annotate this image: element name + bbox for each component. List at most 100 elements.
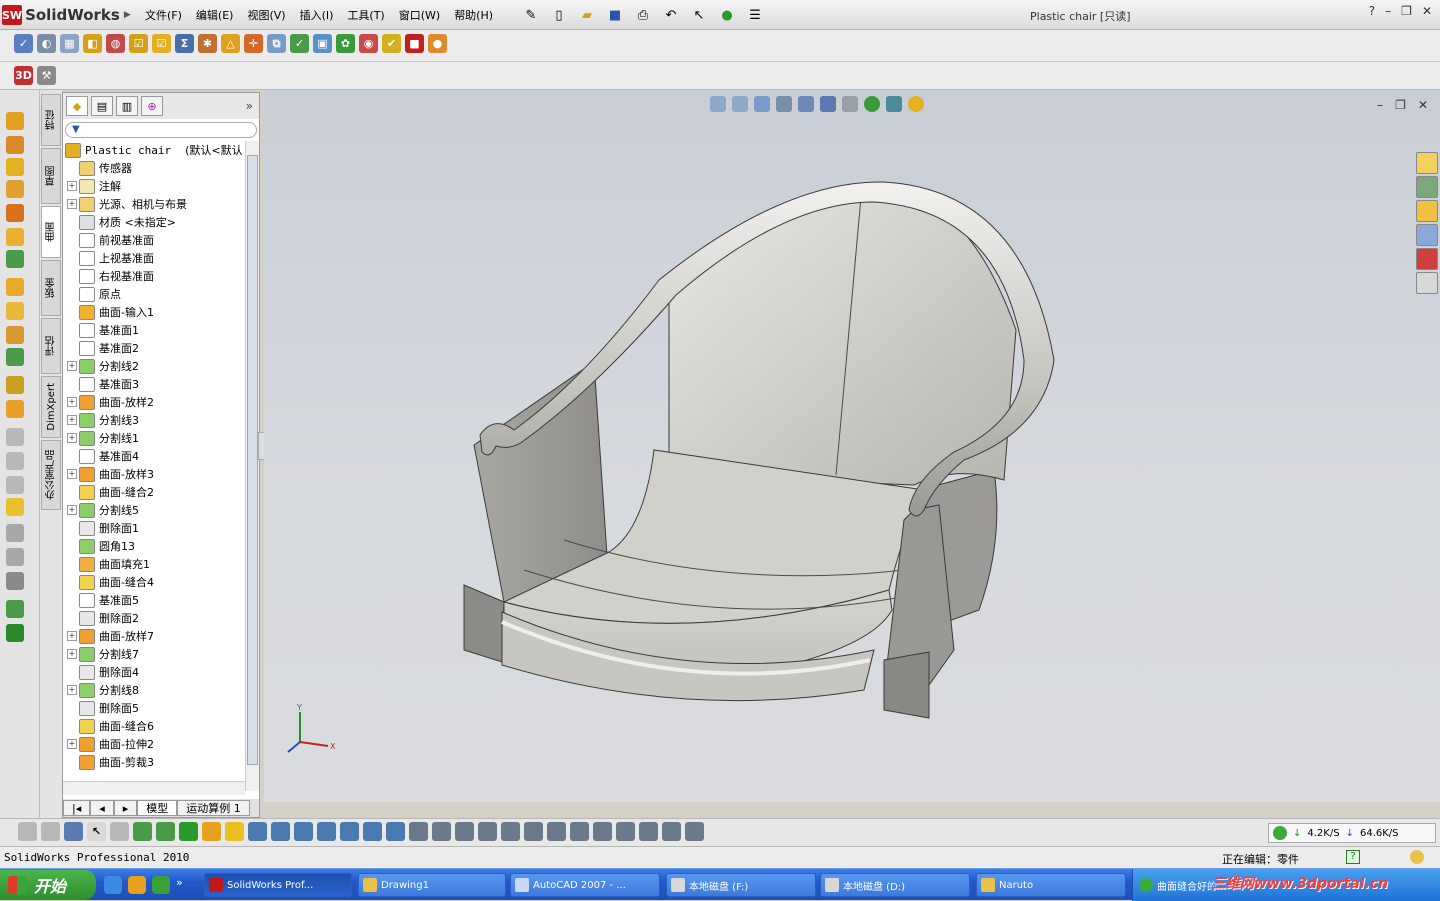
spline-tool-icon[interactable] bbox=[478, 822, 497, 841]
expand-plus-icon[interactable]: + bbox=[67, 505, 77, 515]
qq-icon[interactable] bbox=[128, 876, 146, 894]
taskbar-task[interactable]: Naruto bbox=[976, 873, 1126, 897]
check-icon[interactable]: ☑ bbox=[129, 34, 148, 53]
analysis-icon[interactable]: ✱ bbox=[198, 34, 217, 53]
composite-curve-icon[interactable] bbox=[294, 822, 313, 841]
tree-item[interactable]: + 曲面-放样2 bbox=[67, 393, 154, 411]
menu-view[interactable]: 视图(V) bbox=[240, 7, 292, 23]
fillet-icon[interactable] bbox=[6, 348, 24, 366]
menu-tools[interactable]: 工具(T) bbox=[340, 7, 391, 23]
projected-curve-icon[interactable] bbox=[271, 822, 290, 841]
expand-plus-icon[interactable]: + bbox=[67, 181, 77, 191]
menu-edit[interactable]: 编辑(E) bbox=[189, 7, 241, 23]
menu-window[interactable]: 窗口(W) bbox=[392, 7, 447, 23]
viewport-close-icon[interactable]: ✕ bbox=[1418, 98, 1428, 112]
tree-item[interactable]: 圆角13 bbox=[67, 537, 135, 555]
select-arrow-icon[interactable]: ↖ bbox=[688, 5, 710, 25]
dfm-icon[interactable]: ◉ bbox=[359, 34, 378, 53]
tree-item[interactable]: 原点 bbox=[67, 285, 121, 303]
expand-plus-icon[interactable]: + bbox=[67, 199, 77, 209]
tree-item[interactable]: 曲面-剪裁3 bbox=[67, 753, 154, 771]
viewport-minimize-icon[interactable]: – bbox=[1377, 98, 1383, 112]
expand-plus-icon[interactable]: + bbox=[67, 397, 77, 407]
dimension-icon[interactable] bbox=[616, 822, 635, 841]
status-tag-icon[interactable] bbox=[1410, 850, 1424, 864]
approve-icon[interactable]: ✔ bbox=[382, 34, 401, 53]
extruded-surface-icon[interactable] bbox=[6, 112, 24, 130]
point-tool-icon[interactable] bbox=[202, 822, 221, 841]
property-manager-tab-icon[interactable]: ▤ bbox=[91, 96, 113, 116]
planar-surface-icon[interactable] bbox=[6, 250, 24, 268]
design-library-icon[interactable] bbox=[1416, 176, 1438, 198]
tab-sheet-metal[interactable]: 钣金 bbox=[41, 260, 61, 316]
expand-plus-icon[interactable]: + bbox=[67, 649, 77, 659]
compare-icon[interactable]: ⧉ bbox=[267, 34, 286, 53]
tree-item[interactable]: 基准面1 bbox=[67, 321, 139, 339]
revolved-surface-icon[interactable] bbox=[6, 136, 24, 154]
feature-tree-horizontal-scrollbar[interactable] bbox=[63, 781, 245, 795]
tab-evaluate[interactable]: 评估 bbox=[41, 318, 61, 374]
sustainability-icon[interactable]: ✿ bbox=[336, 34, 355, 53]
feature-tree-filter[interactable]: ▼ bbox=[65, 122, 257, 138]
feature-tree-tab-icon[interactable]: ◆ bbox=[66, 96, 88, 116]
expand-plus-icon[interactable]: + bbox=[67, 739, 77, 749]
tree-item[interactable]: + 分割线1 bbox=[67, 429, 139, 447]
offset-tool-icon[interactable] bbox=[547, 822, 566, 841]
status-help-icon[interactable]: ? bbox=[1346, 850, 1360, 864]
expand-plus-icon[interactable]: + bbox=[67, 433, 77, 443]
tab-motion-study[interactable]: 运动算例 1 bbox=[177, 800, 250, 816]
split-line-icon[interactable] bbox=[363, 822, 382, 841]
apply-scene-icon[interactable] bbox=[886, 96, 902, 112]
feature-tree-vertical-scrollbar[interactable] bbox=[245, 141, 259, 791]
helix-icon[interactable] bbox=[317, 822, 336, 841]
tab-model[interactable]: 模型 bbox=[137, 800, 178, 816]
thicken-cut-icon[interactable] bbox=[6, 524, 24, 542]
tree-item[interactable]: + 注解 bbox=[67, 177, 121, 195]
3d-sketch-icon[interactable] bbox=[432, 822, 451, 841]
filter-edges-icon[interactable] bbox=[41, 822, 60, 841]
spellcheck-icon[interactable]: ✓ bbox=[14, 34, 33, 53]
toolbox-icon[interactable]: ⚒ bbox=[37, 66, 56, 85]
browser-icon[interactable] bbox=[104, 876, 122, 894]
pin-icon[interactable]: ✎ bbox=[520, 5, 542, 25]
tree-item[interactable]: 删除面2 bbox=[67, 609, 139, 627]
coordinate-tool-icon[interactable] bbox=[179, 822, 198, 841]
custom-properties-icon[interactable] bbox=[1416, 272, 1438, 294]
edit-appearance-icon[interactable] bbox=[864, 96, 880, 112]
nav-prev-icon[interactable]: ◂ bbox=[90, 800, 114, 816]
lofted-surface-icon[interactable] bbox=[6, 180, 24, 198]
tree-item[interactable]: 删除面4 bbox=[67, 663, 139, 681]
arc-tool-icon[interactable] bbox=[501, 822, 520, 841]
tree-item[interactable]: 传感器 bbox=[67, 159, 132, 177]
view-orientation-icon[interactable] bbox=[798, 96, 814, 112]
expand-plus-icon[interactable]: + bbox=[67, 415, 77, 425]
graphics-area[interactable]: – ❐ ✕ Y X bbox=[264, 90, 1440, 802]
view-settings-icon[interactable] bbox=[908, 96, 924, 112]
expand-chevron-icon[interactable]: » bbox=[246, 99, 253, 113]
expand-plus-icon[interactable]: + bbox=[67, 631, 77, 641]
curve-through-points-icon[interactable] bbox=[340, 822, 359, 841]
scroll-thumb[interactable] bbox=[247, 155, 258, 765]
print-icon[interactable]: ⎙ bbox=[632, 5, 654, 25]
taskbar-task[interactable]: Drawing1 bbox=[358, 873, 506, 897]
warning-icon[interactable]: △ bbox=[221, 34, 240, 53]
ie-icon[interactable] bbox=[152, 876, 170, 894]
untrim-surface-icon[interactable] bbox=[6, 452, 24, 470]
tree-item[interactable]: 删除面1 bbox=[67, 519, 139, 537]
tree-item[interactable]: 曲面填充1 bbox=[67, 555, 150, 573]
intersection-curve-icon[interactable] bbox=[386, 822, 405, 841]
tree-item[interactable]: + 曲面-放样3 bbox=[67, 465, 154, 483]
hide-show-items-icon[interactable] bbox=[842, 96, 858, 112]
mate-reference-icon[interactable] bbox=[248, 822, 267, 841]
viewport-restore-icon[interactable]: ❐ bbox=[1395, 98, 1406, 112]
menu-file[interactable]: 文件(F) bbox=[138, 7, 189, 23]
tree-item[interactable]: 右视基准面 bbox=[67, 267, 154, 285]
design-checker-icon[interactable]: ✓ bbox=[290, 34, 309, 53]
close-icon[interactable]: ✕ bbox=[1422, 4, 1432, 18]
display-style-icon[interactable] bbox=[820, 96, 836, 112]
rebuild-icon[interactable]: ● bbox=[716, 5, 738, 25]
section-properties-icon[interactable]: ◧ bbox=[83, 34, 102, 53]
taskbar-task[interactable]: SolidWorks Prof... bbox=[204, 873, 352, 897]
tree-item[interactable]: 基准面5 bbox=[67, 591, 139, 609]
tree-item[interactable]: 上视基准面 bbox=[67, 249, 154, 267]
